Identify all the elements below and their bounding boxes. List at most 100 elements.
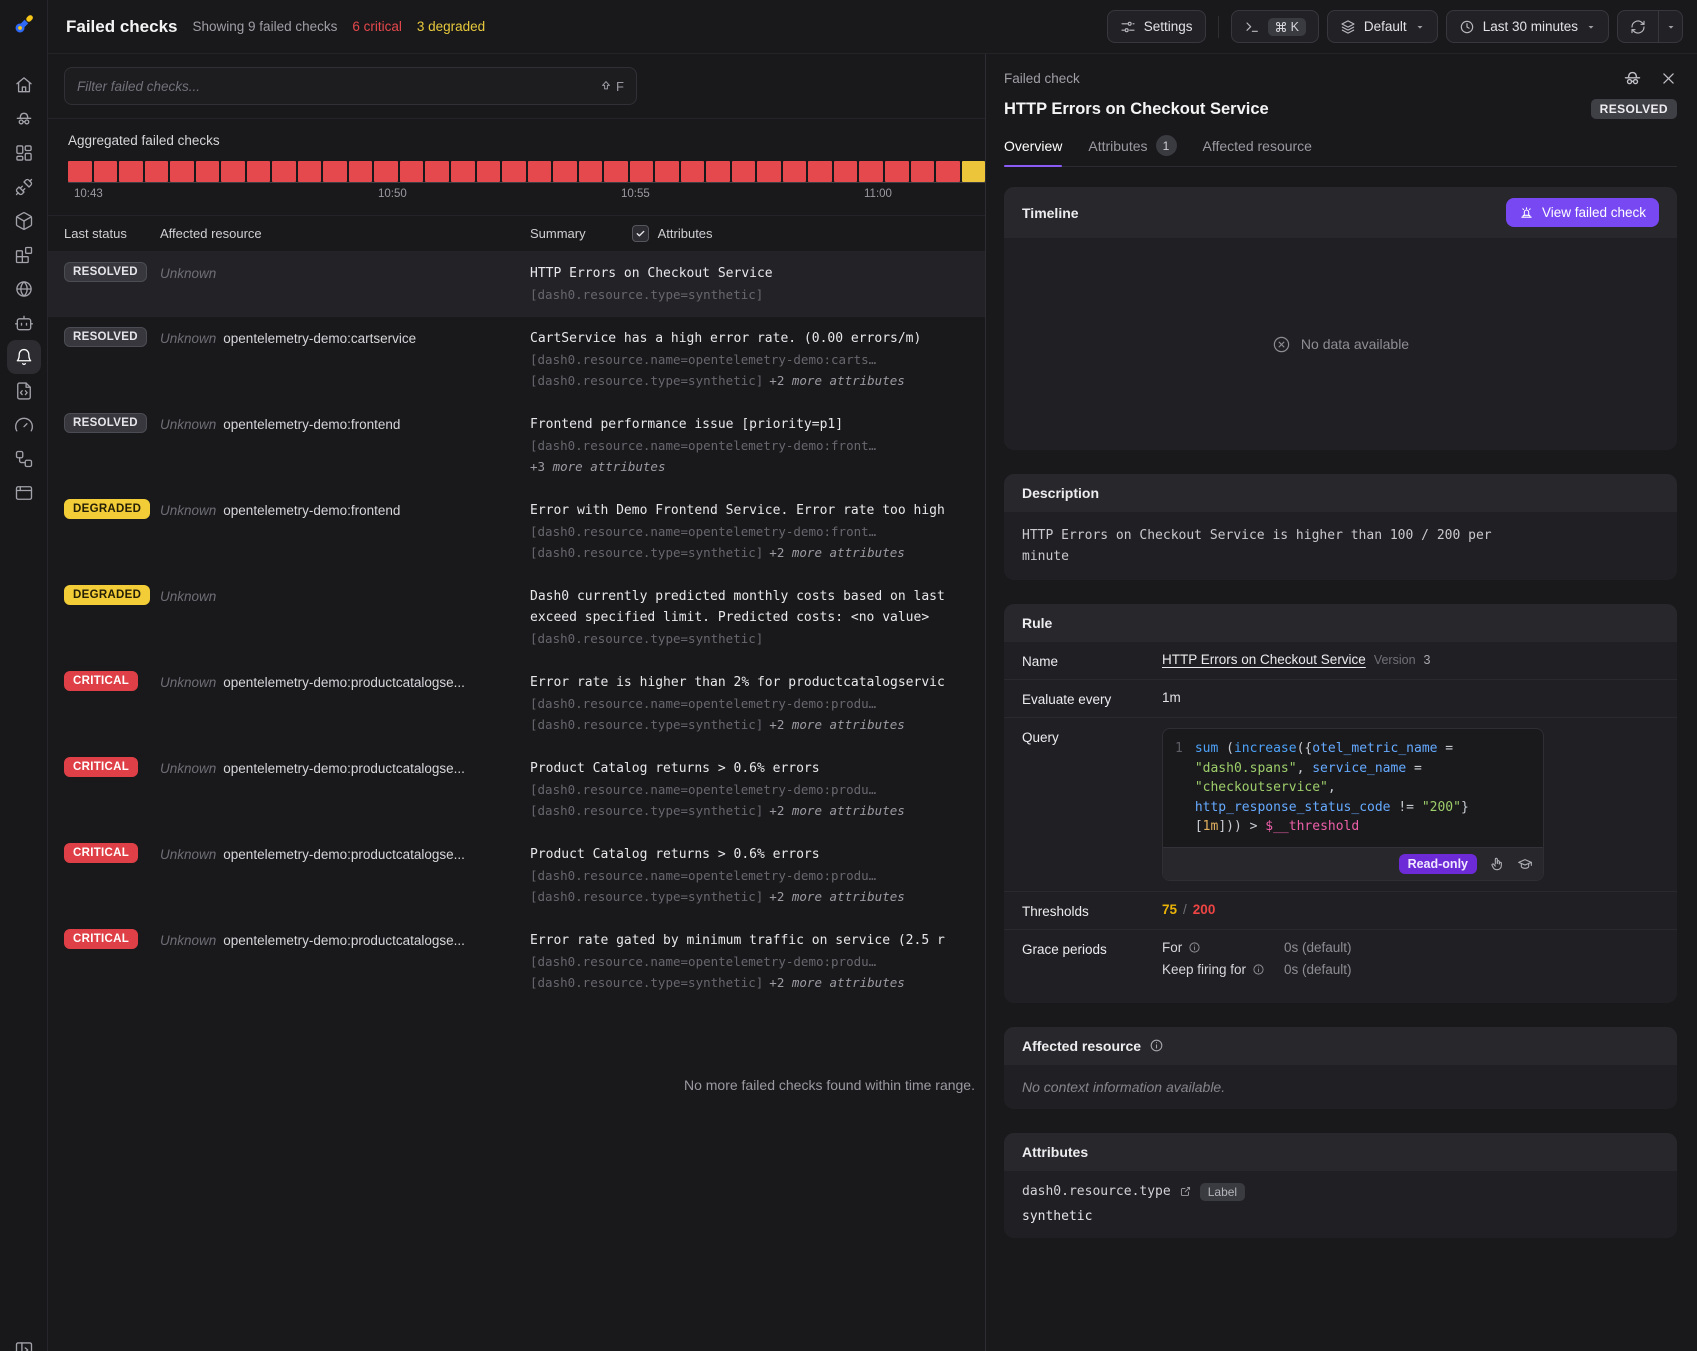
attributes-checkbox[interactable] [632, 225, 649, 242]
attribute-snippet: [dash0.resource.name=opentelemetry-demo:… [530, 524, 876, 539]
info-icon[interactable] [1188, 941, 1201, 954]
failed-check-row[interactable]: CRITICALUnknownopentelemetry-demo:produc… [48, 747, 985, 833]
heatmap-cell-critical[interactable] [374, 161, 398, 182]
sidebar-item-gauge[interactable] [7, 408, 41, 442]
refresh-options-button[interactable] [1658, 11, 1682, 42]
filter-input[interactable] [77, 79, 591, 94]
workspace-selector[interactable]: Default [1327, 10, 1438, 43]
heatmap-cell-critical[interactable] [859, 161, 883, 182]
heatmap-cell-critical[interactable] [911, 161, 935, 182]
heatmap-cell-critical[interactable] [757, 161, 781, 182]
view-failed-check-button[interactable]: View failed check [1506, 198, 1659, 227]
heatmap-cell-critical[interactable] [655, 161, 679, 182]
heatmap-cell-critical[interactable] [477, 161, 501, 182]
topbar: Failed checks Showing 9 failed checks 6 … [48, 0, 1697, 54]
resource-cell: Unknownopentelemetry-demo:productcatalog… [160, 671, 530, 690]
shift-icon [599, 79, 613, 93]
close-icon[interactable] [1660, 70, 1677, 87]
sidebar-item-globe[interactable] [7, 272, 41, 306]
sidebar-item-code-file[interactable] [7, 374, 41, 408]
heatmap-cell-critical[interactable] [349, 161, 373, 182]
failed-check-row[interactable]: DEGRADEDUnknownopentelemetry-demo:fronte… [48, 489, 985, 575]
heatmap-cell-critical[interactable] [196, 161, 220, 182]
more-attributes-label: more attributes [784, 545, 904, 560]
attributes-toggle[interactable]: Attributes [632, 225, 713, 242]
heatmap-cell-critical[interactable] [553, 161, 577, 182]
failed-check-row[interactable]: CRITICALUnknownopentelemetry-demo:produc… [48, 833, 985, 919]
time-range-selector[interactable]: Last 30 minutes [1446, 10, 1609, 43]
heatmap-cell-critical[interactable] [400, 161, 424, 182]
failed-check-row[interactable]: CRITICALUnknownopentelemetry-demo:produc… [48, 919, 985, 1005]
heatmap-cell-critical[interactable] [119, 161, 143, 182]
info-icon[interactable] [1252, 963, 1265, 976]
query-token: service_name [1312, 761, 1406, 776]
tab-attributes[interactable]: Attributes1 [1088, 135, 1176, 166]
heatmap-cell-critical[interactable] [272, 161, 296, 182]
settings-button[interactable]: Settings [1107, 10, 1206, 43]
sidebar-item-plug[interactable] [7, 170, 41, 204]
heatmap-cell-critical[interactable] [834, 161, 858, 182]
sidebar-item-dashboard[interactable] [7, 136, 41, 170]
rule-name-link[interactable]: HTTP Errors on Checkout Service [1162, 652, 1366, 667]
grace-period-row: For0s (default) [1162, 940, 1352, 955]
sidebar-item-robot[interactable] [7, 306, 41, 340]
heatmap-cell-critical[interactable] [94, 161, 118, 182]
heatmap-cell-degraded[interactable] [962, 161, 985, 182]
spy-icon[interactable] [1622, 68, 1643, 89]
resource-cell: Unknownopentelemetry-demo:cartservice [160, 327, 530, 346]
tab-affected-resource[interactable]: Affected resource [1203, 135, 1312, 166]
summary-text: Frontend performance issue [priority=p1] [530, 414, 985, 435]
command-palette-button[interactable]: K [1231, 10, 1319, 43]
query-token: != [1391, 800, 1422, 815]
external-link-icon[interactable] [1179, 1185, 1192, 1198]
heatmap-cell-critical[interactable] [528, 161, 552, 182]
failed-check-row[interactable]: RESOLVEDUnknownopentelemetry-demo:fronte… [48, 403, 985, 489]
heatmap-cell-critical[interactable] [451, 161, 475, 182]
heatmap-cell-critical[interactable] [579, 161, 603, 182]
status-cell: RESOLVED [48, 327, 160, 347]
resource-name: opentelemetry-demo:productcatalogse... [223, 933, 465, 948]
sidebar-item-home[interactable] [7, 68, 41, 102]
content: F Aggregated failed checks 10:4310:5010:… [48, 54, 1697, 1351]
hand-pointer-icon[interactable] [1489, 856, 1505, 872]
heatmap-cell-critical[interactable] [425, 161, 449, 182]
sidebar-item-cube[interactable] [7, 204, 41, 238]
sidebar-item-spy[interactable] [7, 102, 41, 136]
heatmap-cell-critical[interactable] [604, 161, 628, 182]
query-editor[interactable]: 1 sum (increase({otel_metric_name = "das… [1162, 728, 1544, 881]
sidebar-item-window[interactable] [7, 476, 41, 510]
heatmap-cell-critical[interactable] [298, 161, 322, 182]
sidebar-item-workflow[interactable] [7, 442, 41, 476]
tab-overview[interactable]: Overview [1004, 135, 1062, 166]
sidebar-item-widgets[interactable] [7, 238, 41, 272]
heatmap-cell-critical[interactable] [885, 161, 909, 182]
heatmap-cell-critical[interactable] [221, 161, 245, 182]
resource-cell: Unknownopentelemetry-demo:frontend [160, 499, 530, 518]
summary-attributes: [dash0.resource.name=opentelemetry-demo:… [530, 865, 985, 886]
sidebar-item-bell[interactable] [7, 340, 41, 374]
collapse-panel-button[interactable] [14, 1340, 34, 1351]
failed-check-row[interactable]: RESOLVEDUnknownHTTP Errors on Checkout S… [48, 252, 985, 317]
heatmap-cell-critical[interactable] [247, 161, 271, 182]
heatmap-cell-critical[interactable] [502, 161, 526, 182]
heatmap-cell-critical[interactable] [783, 161, 807, 182]
heatmap-cell-critical[interactable] [170, 161, 194, 182]
heatmap-cell-critical[interactable] [936, 161, 960, 182]
graduation-cap-icon[interactable] [1517, 856, 1533, 872]
heatmap-cell-critical[interactable] [732, 161, 756, 182]
attribute-snippet: [dash0.resource.name=opentelemetry-demo:… [530, 438, 876, 453]
failed-check-row[interactable]: CRITICALUnknownopentelemetry-demo:produc… [48, 661, 985, 747]
more-attributes-count: +2 [769, 975, 784, 990]
failed-check-row[interactable]: RESOLVEDUnknownopentelemetry-demo:cartse… [48, 317, 985, 403]
heatmap-cell-critical[interactable] [68, 161, 92, 182]
failed-check-row[interactable]: DEGRADEDUnknownDash0 currently predicted… [48, 575, 985, 661]
heatmap-cell-critical[interactable] [808, 161, 832, 182]
heatmap-cell-critical[interactable] [681, 161, 705, 182]
heatmap-cell-critical[interactable] [323, 161, 347, 182]
heatmap-cell-critical[interactable] [706, 161, 730, 182]
refresh-button[interactable] [1618, 11, 1658, 42]
info-icon[interactable] [1149, 1038, 1164, 1053]
heatmap-cell-critical[interactable] [630, 161, 654, 182]
heatmap-cell-critical[interactable] [145, 161, 169, 182]
affected-resource-card: Affected resource No context information… [1004, 1027, 1677, 1109]
